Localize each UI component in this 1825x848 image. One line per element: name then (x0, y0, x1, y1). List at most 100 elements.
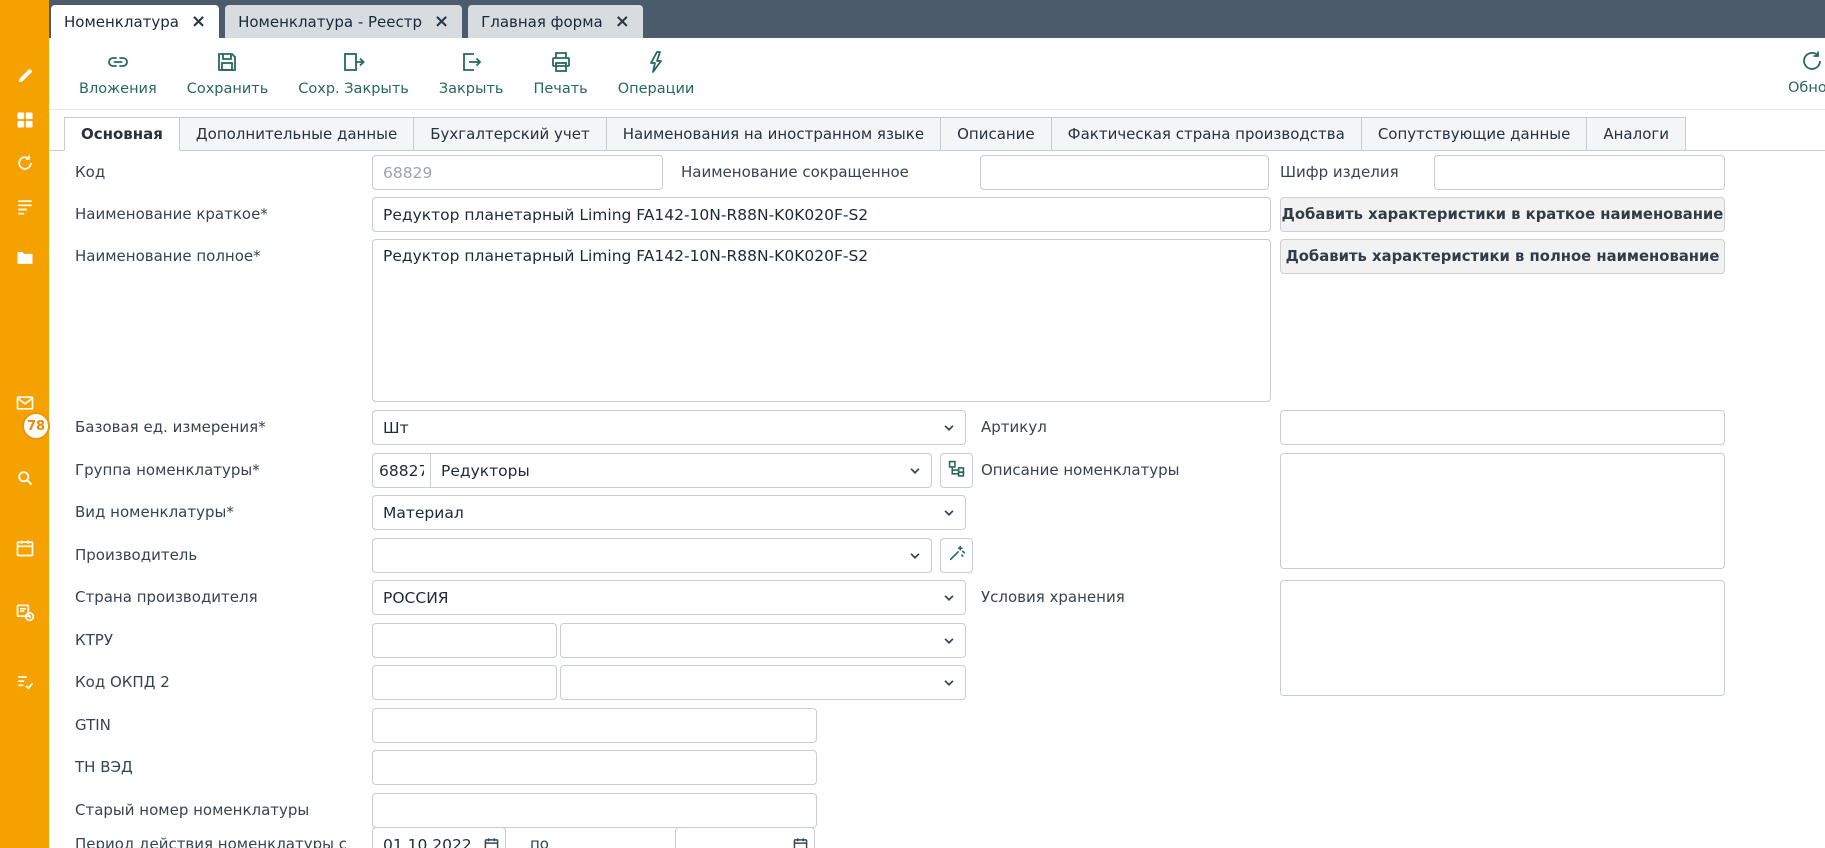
tab-fakticheskaya-strana[interactable]: Фактическая страна производства (1051, 117, 1362, 151)
validity-from-field (372, 827, 506, 848)
okpd2-label: Код ОКПД 2 (75, 665, 170, 700)
manufacturer-wizard-button[interactable] (940, 538, 973, 573)
left-sidebar: 78 (0, 0, 49, 848)
tab-soputstvuyushchie-dannye[interactable]: Сопутствующие данные (1361, 117, 1588, 151)
receipt-icon[interactable] (0, 197, 49, 217)
code-input[interactable] (372, 155, 663, 190)
add-characteristics-full-button[interactable]: Добавить характеристики в полное наимено… (1280, 239, 1725, 274)
name-abbrev-input[interactable] (980, 155, 1269, 190)
country-select[interactable]: РОССИЯ (372, 580, 966, 615)
tab-dopolnitelnye-dannye[interactable]: Дополнительные данные (179, 117, 414, 151)
ktru-select[interactable] (560, 623, 966, 658)
validity-label: Период действия номенклатуры с (75, 827, 347, 848)
lightning-icon (644, 50, 668, 78)
toolbar-label: Обновить (1788, 80, 1825, 96)
mail-badge: 78 (22, 412, 50, 440)
save-close-button[interactable]: Сохр. Закрыть (298, 50, 409, 97)
storage-textarea[interactable] (1280, 580, 1725, 696)
base-unit-label: Базовая ед. измерения* (75, 410, 266, 445)
article-input[interactable] (1280, 410, 1725, 445)
base-unit-select[interactable]: Шт (372, 410, 966, 445)
search-icon[interactable] (0, 468, 49, 488)
gtin-label: GTIN (75, 708, 111, 743)
tnved-label: ТН ВЭД (75, 750, 133, 785)
sync-icon[interactable] (0, 153, 49, 173)
okpd2-code-input[interactable] (372, 665, 557, 700)
toolbar-label: Вложения (79, 81, 157, 97)
calendar-icon[interactable] (0, 538, 49, 558)
modules-icon[interactable] (0, 110, 49, 130)
calendar-icon[interactable] (793, 837, 808, 848)
main-area: Номенклатура × Номенклатура - Реестр × Г… (49, 0, 1825, 848)
save-button[interactable]: Сохранить (187, 50, 269, 97)
printer-icon (549, 50, 573, 78)
print-button[interactable]: Печать (533, 50, 587, 97)
group-code-input[interactable] (372, 453, 431, 488)
okpd2-select[interactable] (560, 665, 966, 700)
group-select[interactable]: Редукторы (430, 453, 932, 488)
chevron-down-icon (908, 464, 922, 482)
chevron-down-icon (908, 549, 922, 567)
close-icon[interactable]: × (434, 13, 449, 31)
chevron-down-icon (942, 591, 956, 609)
report-box-icon[interactable] (0, 602, 49, 622)
operations-button[interactable]: Операции (618, 50, 695, 97)
close-button[interactable]: Закрыть (439, 50, 504, 97)
folder-icon[interactable] (0, 248, 49, 268)
kind-label: Вид номенклатуры* (75, 495, 234, 530)
chevron-down-icon (942, 676, 956, 694)
window-tab-glavnaya-forma[interactable]: Главная форма × (468, 5, 643, 38)
product-cipher-label: Шифр изделия (1280, 155, 1399, 190)
save-icon (215, 50, 239, 78)
door-exit-icon (459, 50, 483, 78)
toolbar-label: Сохр. Закрыть (298, 81, 409, 97)
select-value: Шт (383, 419, 409, 437)
select-value: Материал (383, 504, 464, 522)
close-icon[interactable]: × (191, 13, 206, 31)
description-label: Описание номенклатуры (981, 453, 1180, 488)
old-number-input[interactable] (372, 793, 817, 828)
add-characteristics-short-button[interactable]: Добавить характеристики в краткое наимен… (1280, 197, 1725, 232)
pencil-icon[interactable] (0, 66, 49, 86)
manufacturer-select[interactable] (372, 538, 932, 573)
validity-to-label: по (530, 827, 549, 848)
window-tab-label: Номенклатура (64, 13, 179, 31)
tab-buhgalterskiy-uchet[interactable]: Бухгалтерский учет (413, 117, 606, 151)
window-tab-bar: Номенклатура × Номенклатура - Реестр × Г… (49, 0, 1825, 38)
name-full-textarea[interactable]: Редуктор планетарный Liming FA142-10N-R8… (372, 239, 1271, 402)
tab-opisanie[interactable]: Описание (940, 117, 1052, 151)
name-short-input[interactable] (372, 197, 1271, 232)
tnved-input[interactable] (372, 750, 817, 785)
tab-analogi[interactable]: Аналоги (1586, 117, 1686, 151)
name-abbrev-label: Наименование сокращенное (681, 155, 909, 190)
tasks-icon[interactable] (0, 672, 49, 692)
group-tree-button[interactable] (940, 453, 973, 488)
description-textarea[interactable] (1280, 453, 1725, 569)
window-tab-nomenklatura[interactable]: Номенклатура × (51, 5, 219, 38)
ktru-code-input[interactable] (372, 623, 557, 658)
mail-icon[interactable] (0, 393, 49, 413)
refresh-button[interactable]: Обновить (1788, 49, 1825, 96)
form-tab-strip: Основная Дополнительные данные Бухгалтер… (49, 110, 1825, 151)
app-window: 78 Номенклатура × Номенклатура - Реестр … (0, 0, 1825, 848)
window-tab-nomenklatura-reestr[interactable]: Номенклатура - Реестр × (225, 5, 462, 38)
kind-select[interactable]: Материал (372, 495, 966, 530)
validity-to-field (675, 827, 815, 848)
gtin-input[interactable] (372, 708, 817, 743)
chevron-down-icon (942, 421, 956, 439)
tab-inostrannye-naimenovaniya[interactable]: Наименования на иностранном языке (606, 117, 941, 151)
chevron-down-icon (942, 634, 956, 652)
magic-wand-icon (948, 545, 965, 566)
old-number-label: Старый номер номенклатуры (75, 793, 309, 828)
save-close-icon (342, 50, 366, 78)
product-cipher-input[interactable] (1434, 155, 1725, 190)
select-value: РОССИЯ (383, 589, 449, 607)
name-short-label: Наименование краткое* (75, 197, 268, 232)
tab-osnovnaya[interactable]: Основная (64, 117, 180, 151)
country-label: Страна производителя (75, 580, 258, 615)
attachments-button[interactable]: Вложения (79, 50, 157, 97)
select-value: Редукторы (441, 462, 530, 480)
calendar-icon[interactable] (484, 837, 499, 848)
close-icon[interactable]: × (615, 13, 630, 31)
toolbar-label: Закрыть (439, 81, 504, 97)
